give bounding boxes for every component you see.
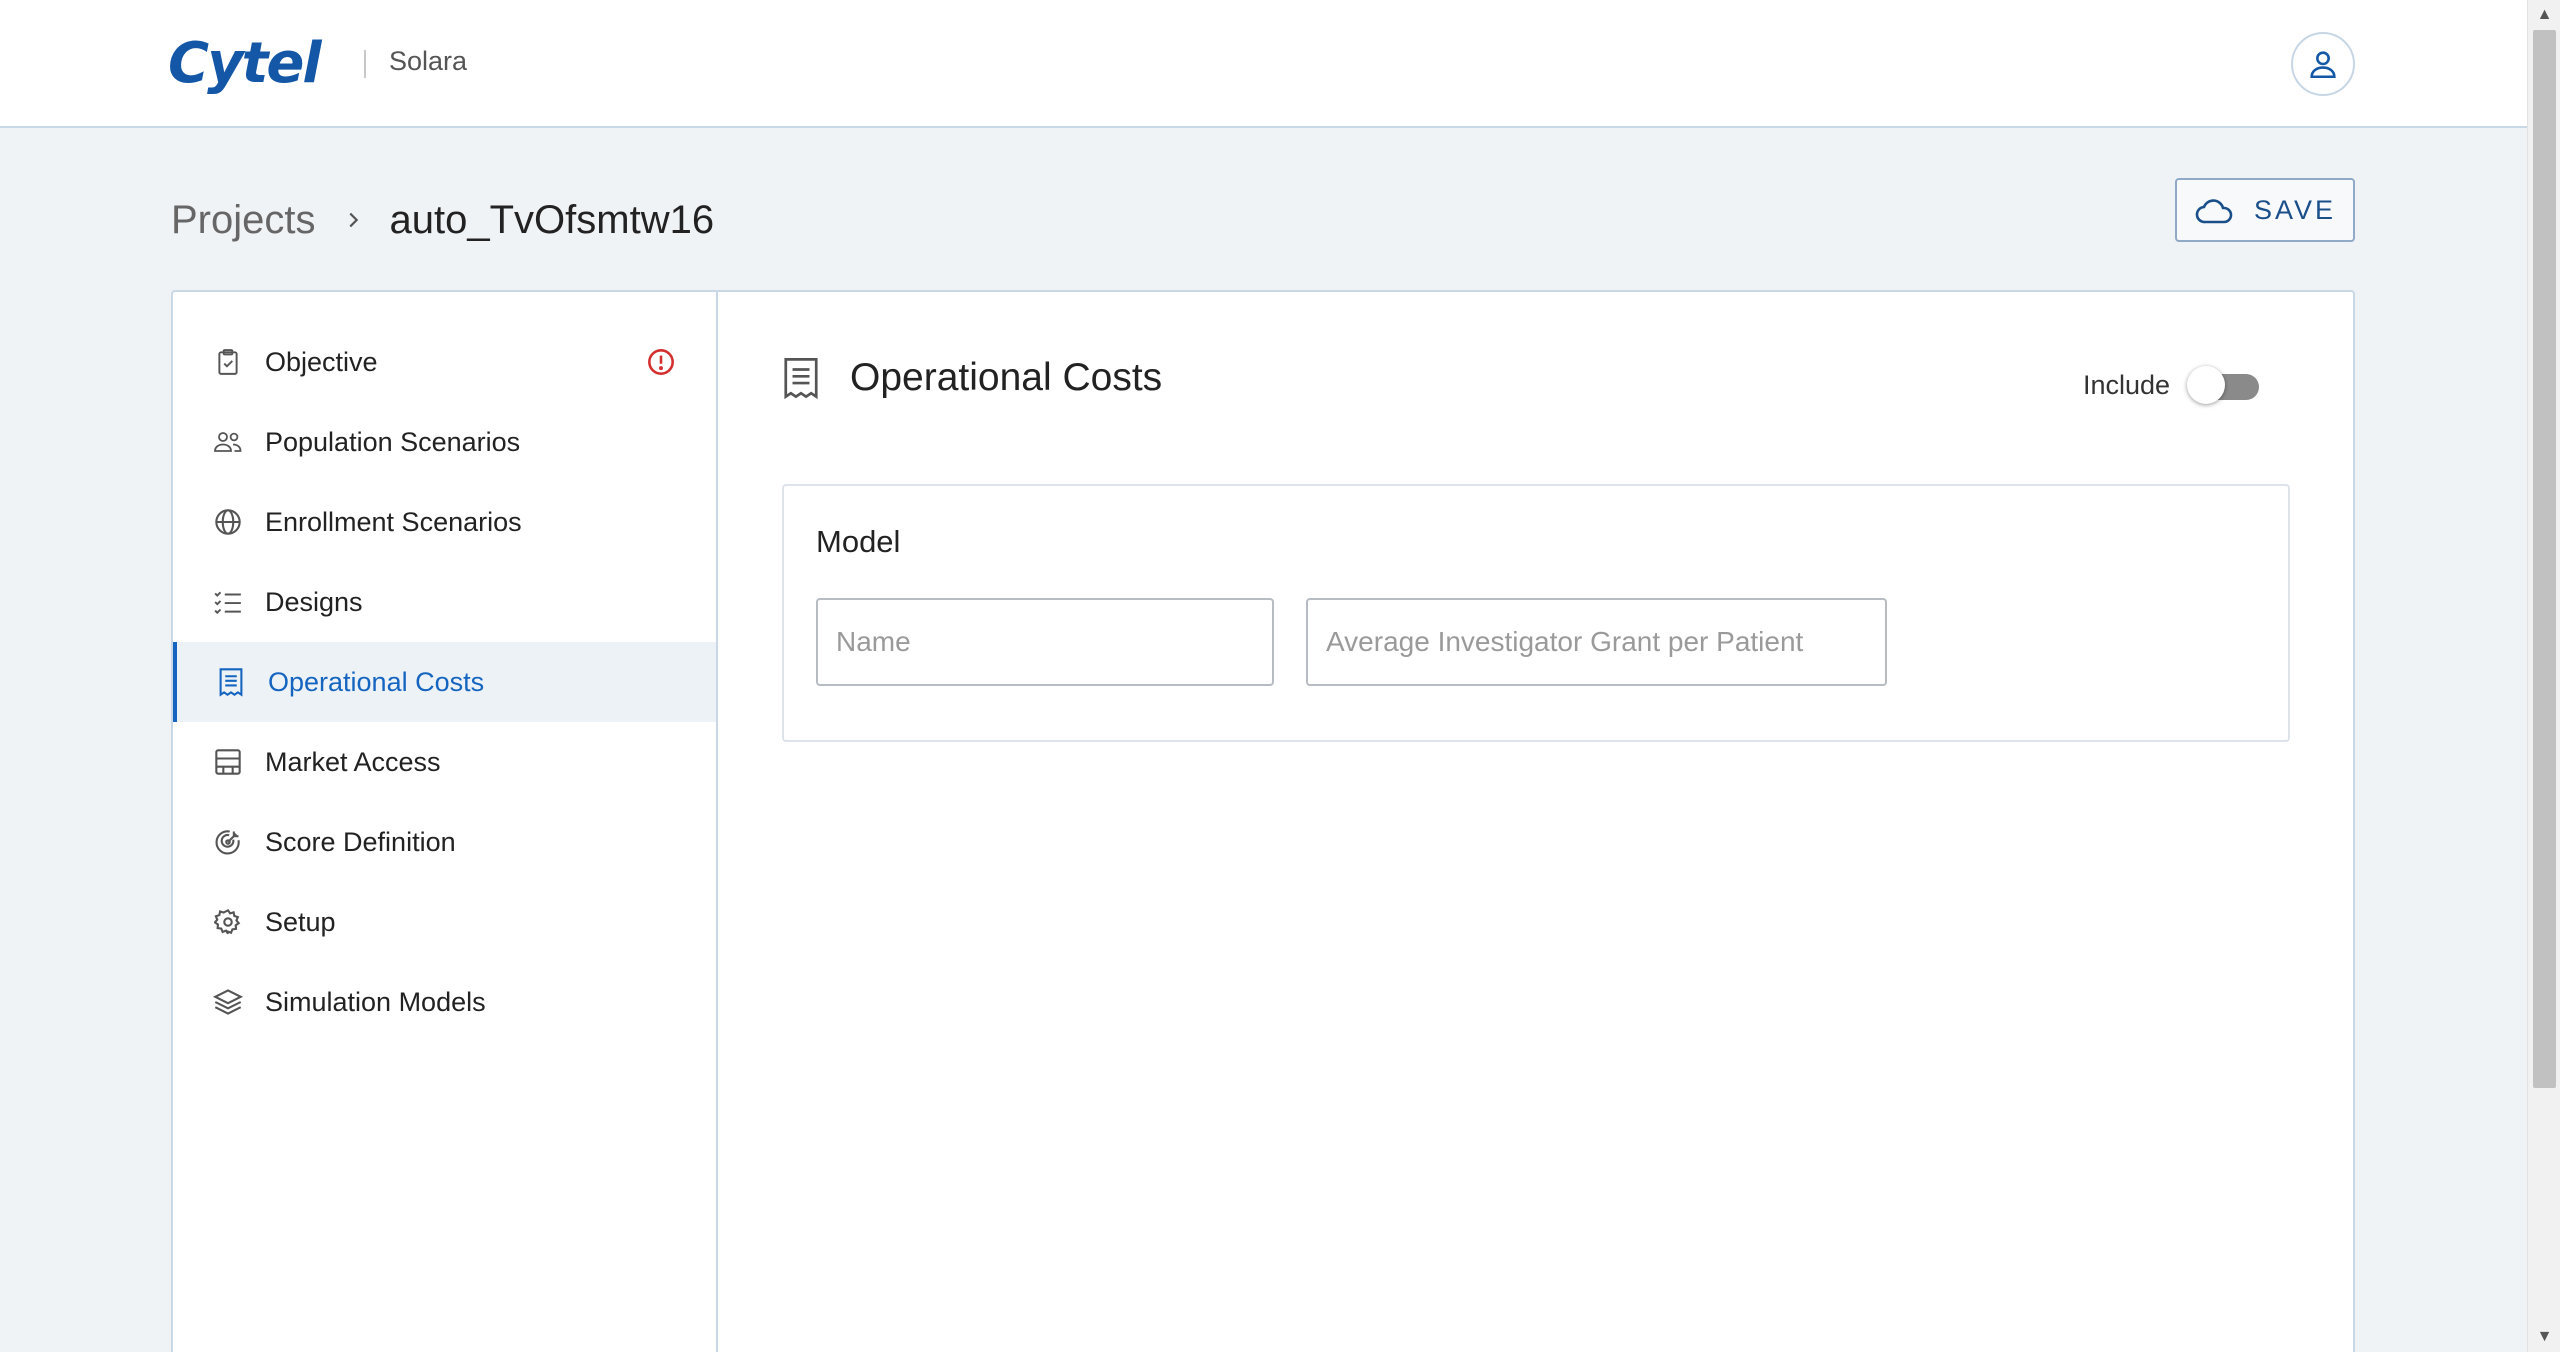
breadcrumb-current-project: auto_TvOfsmtw16 [389,197,715,242]
receipt-icon [216,667,246,697]
user-avatar-button[interactable] [2291,32,2355,96]
sidebar-nav: Objective Population Scenarios Enrollmen… [173,292,718,1352]
sidebar-item-enrollment-scenarios[interactable]: Enrollment Scenarios [173,482,716,562]
content-area: Operational Costs Include Model [718,292,2353,1352]
sidebar-item-label: Enrollment Scenarios [265,506,522,537]
app-name: Solara [389,46,468,76]
section-title: Operational Costs [850,356,1163,399]
cytel-logo[interactable]: Cytel [168,28,322,98]
clipboard-check-icon [213,347,243,377]
sidebar-item-score-definition[interactable]: Score Definition [173,802,716,882]
globe-icon [213,507,243,537]
checklist-icon [213,587,243,617]
sidebar-item-label: Simulation Models [265,986,486,1017]
top-app-bar: Cytel Solara [0,0,2527,128]
sidebar-item-label: Objective [265,346,378,377]
sidebar-item-label: Designs [265,586,363,617]
breadcrumb-projects-link[interactable]: Projects [171,198,316,243]
breadcrumb: Projects auto_TvOfsmtw16 [171,190,714,250]
sidebar-item-operational-costs[interactable]: Operational Costs [173,642,716,722]
toggle-thumb [2187,366,2225,404]
sidebar-item-population-scenarios[interactable]: Population Scenarios [173,402,716,482]
sidebar-item-label: Operational Costs [268,666,485,697]
sidebar-item-label: Score Definition [265,826,456,857]
include-toggle[interactable] [2187,364,2259,406]
sidebar-item-market-access[interactable]: Market Access [173,722,716,802]
average-investigator-grant-input[interactable] [1306,598,1887,686]
sidebar-item-objective[interactable]: Objective [173,322,716,402]
scroll-down-arrow-icon[interactable]: ▼ [2528,1322,2560,1352]
building-icon [213,747,243,777]
warning-icon [647,348,675,376]
scroll-up-arrow-icon[interactable]: ▲ [2528,0,2560,30]
people-icon [213,427,243,457]
model-card: Model [782,484,2290,742]
save-button-label: SAVE [2253,194,2337,225]
page-scrollbar[interactable]: ▲ ▼ [2527,0,2560,1352]
cloud-icon [2195,199,2233,224]
sidebar-item-setup[interactable]: Setup [173,882,716,962]
layers-icon [213,987,243,1017]
sidebar-item-label: Population Scenarios [265,426,521,457]
sidebar-item-label: Market Access [265,746,441,777]
logo-text: Cytel [168,30,322,96]
scroll-thumb[interactable] [2533,30,2556,1088]
model-title: Model [816,524,901,559]
chevron-right-icon [342,201,364,240]
sidebar-item-label: Setup [265,906,336,937]
receipt-icon [782,356,820,400]
user-icon [2310,51,2336,79]
name-input[interactable] [816,598,1274,686]
header-divider [364,50,366,78]
sidebar-item-designs[interactable]: Designs [173,562,716,642]
include-label: Include [2083,370,2171,400]
main-panel: Objective Population Scenarios Enrollmen… [171,290,2355,1352]
gear-icon [213,907,243,937]
save-button[interactable]: SAVE [2175,178,2355,242]
target-icon [213,827,243,857]
sidebar-item-simulation-models[interactable]: Simulation Models [173,962,716,1042]
